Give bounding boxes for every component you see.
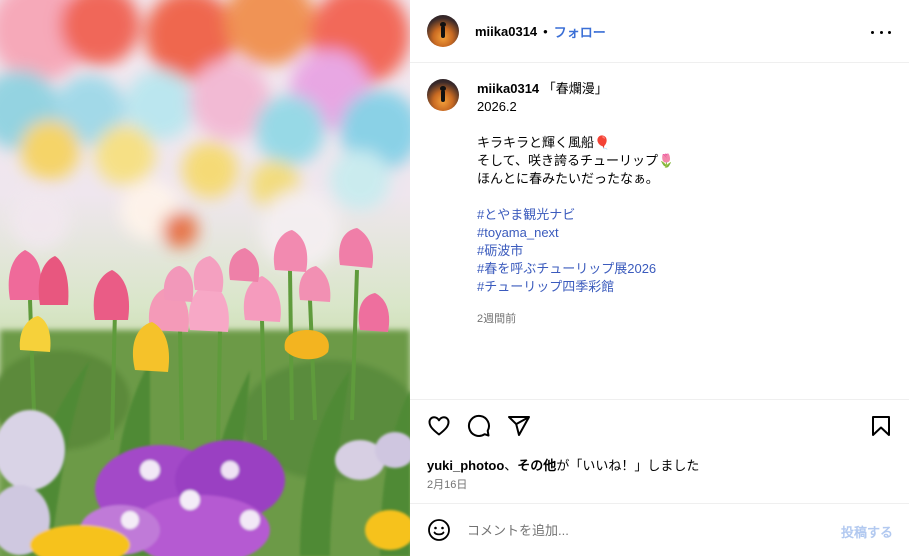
tulip-balloon-photo: [0, 0, 410, 556]
likes-others-link[interactable]: その他: [517, 458, 556, 473]
post-date[interactable]: 2月16日: [427, 476, 467, 492]
post-username[interactable]: miika0314: [475, 24, 537, 39]
more-options-icon[interactable]: [871, 22, 891, 42]
caption-body: miika0314 「春爛漫」 2026.2 キラキラと輝く風船🎈 そして、咲き…: [477, 80, 887, 328]
likes-connector: 、: [504, 458, 518, 473]
post-comment-button[interactable]: 投稿する: [841, 522, 893, 541]
caption-line: キラキラと輝く風船🎈: [477, 135, 611, 150]
action-bar: yuki_photoo、その他が「いいね！」しました 2月16日: [410, 399, 909, 503]
likes-summary: yuki_photoo、その他が「いいね！」しました: [427, 455, 699, 474]
avatar[interactable]: [427, 15, 459, 47]
caption-line: 2026.2: [477, 99, 517, 114]
caption-line: [477, 188, 887, 206]
liker-username[interactable]: yuki_photoo: [427, 458, 504, 473]
comment-icon[interactable]: [467, 414, 493, 440]
hashtag-link[interactable]: #とやま観光ナビ: [477, 206, 887, 224]
smiley-icon[interactable]: [427, 518, 451, 542]
post-header: miika0314 • フォロー: [410, 0, 909, 63]
post-panel: miika0314 • フォロー miika0314 「春爛漫」 2026.2 …: [410, 0, 909, 556]
caption-line-1: miika0314 「春爛漫」: [477, 80, 887, 98]
hashtag-link[interactable]: #砺波市: [477, 242, 887, 260]
hashtag-link[interactable]: #チューリップ四季彩館: [477, 278, 887, 296]
heart-icon[interactable]: [427, 414, 453, 440]
bookmark-icon[interactable]: [869, 414, 895, 440]
comment-input[interactable]: [467, 522, 827, 538]
hashtag-link[interactable]: #春を呼ぶチューリップ展2026: [477, 260, 887, 278]
likes-suffix: が「いいね！」しました: [556, 458, 700, 473]
caption-username[interactable]: miika0314: [477, 81, 539, 96]
post-photo[interactable]: [0, 0, 410, 556]
caption-avatar[interactable]: [427, 79, 459, 111]
caption-line: [477, 116, 887, 134]
caption-area: miika0314 「春爛漫」 2026.2 キラキラと輝く風船🎈 そして、咲き…: [410, 63, 909, 399]
hashtag-link[interactable]: #toyama_next: [477, 224, 887, 242]
caption-time-ago[interactable]: 2週間前: [477, 310, 887, 328]
follow-button[interactable]: フォロー: [554, 22, 606, 41]
comment-bar: 投稿する: [410, 503, 909, 556]
caption-line: ほんとに春みたいだったなぁ。: [477, 171, 659, 186]
caption-line: そして、咲き誇るチューリップ🌷: [477, 153, 675, 168]
send-icon[interactable]: [507, 414, 533, 440]
caption-title: 「春爛漫」: [539, 81, 608, 96]
separator-dot: •: [543, 23, 548, 39]
